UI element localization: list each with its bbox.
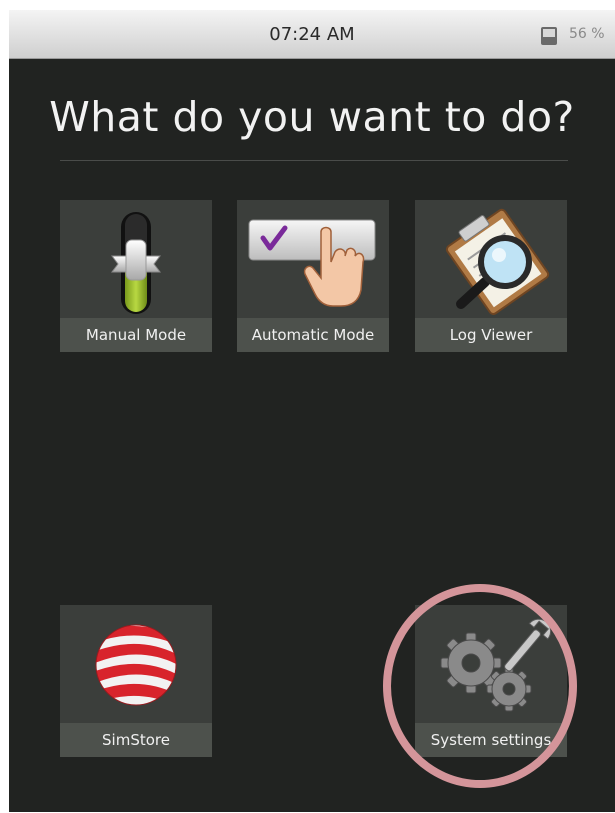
status-time: 07:24 AM [269,24,355,45]
tile-log-viewer[interactable]: Log Viewer [415,200,567,352]
title-divider [60,160,568,161]
tile-label: Manual Mode [60,318,212,352]
tile-manual-mode[interactable]: Manual Mode [60,200,212,352]
gears-wrench-icon [440,618,552,712]
tile-automatic-mode[interactable]: Automatic Mode [237,200,389,352]
home-screen: 07:24 AM 56 % What do you want to do? Ma… [9,10,615,812]
clipboard-magnifier-icon [445,208,550,315]
battery-icon [541,27,557,45]
red-striped-sphere-logo [95,624,177,706]
tile-label: SimStore [60,723,212,757]
tile-simstore[interactable]: SimStore [60,605,212,757]
touch-check-button-icon [248,219,376,307]
tile-label: Log Viewer [415,318,567,352]
status-bar: 07:24 AM 56 % [9,10,615,59]
tile-label: System settings [415,723,567,757]
tile-label: Automatic Mode [237,318,389,352]
battery-percent: 56 % [569,26,605,42]
toggle-switch-icon [111,212,161,314]
tile-system-settings[interactable]: System settings [415,605,567,757]
page-title: What do you want to do? [49,93,575,141]
